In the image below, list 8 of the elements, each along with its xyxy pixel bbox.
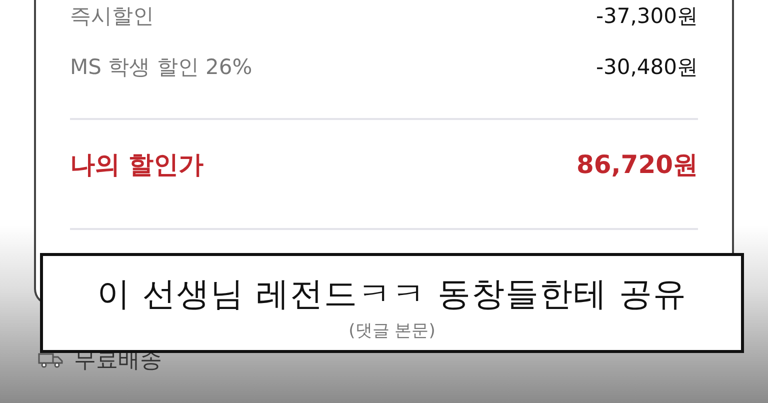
caption-text: 이 선생님 레전드ㅋㅋ 동창들한테 공유 [97,273,687,315]
discount-label: 즉시할인 [70,3,154,30]
discount-amount: -37,300원 [596,3,698,30]
discount-amount: -30,480원 [596,54,698,81]
discount-label: MS 학생 할인 26% [70,54,252,81]
caption-subtext: (댓글 본문) [348,320,436,342]
total-price: 86,720원 [576,148,698,180]
total-label: 나의 할인가 [70,148,204,180]
